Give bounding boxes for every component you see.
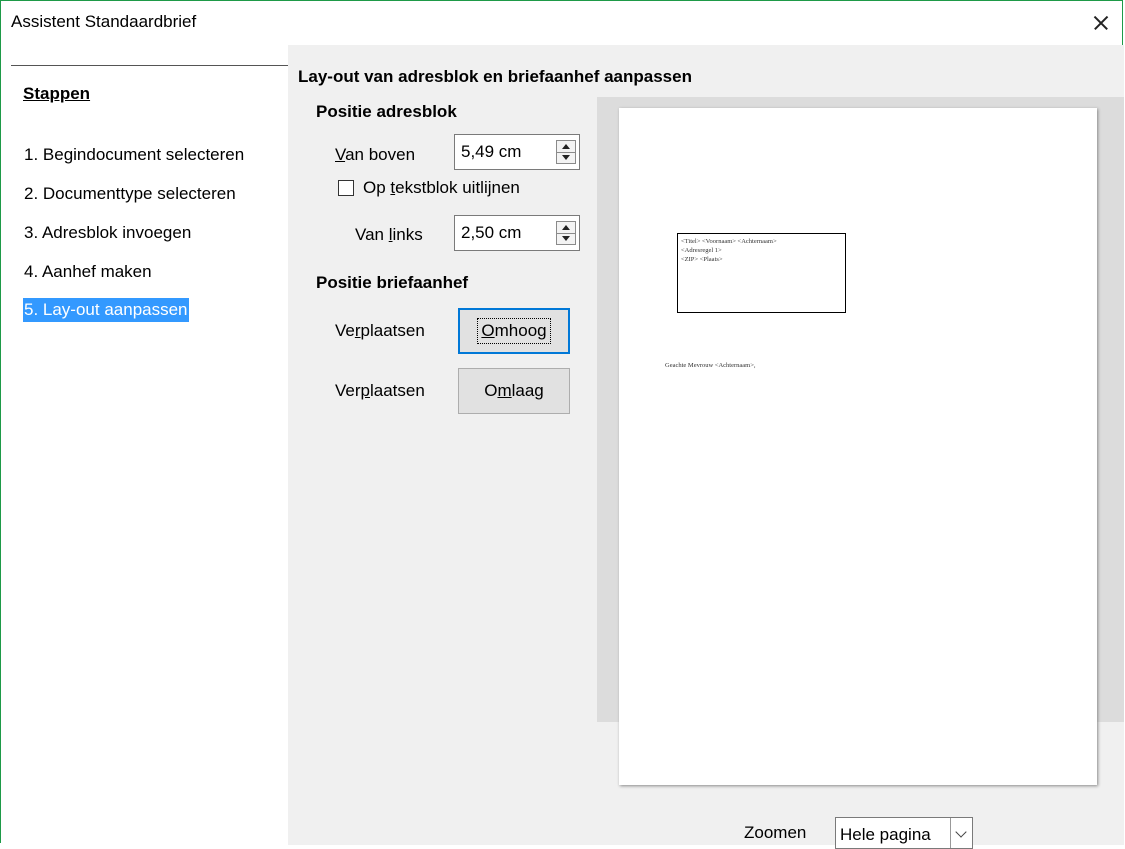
step-item-3[interactable]: 3. Adresblok invoegen [23, 221, 192, 245]
move-down-label: Verplaatsen [335, 381, 425, 400]
content-area: Lay-out van adresblok en briefaanhef aan… [288, 45, 1124, 849]
spin-down-icon[interactable] [557, 233, 575, 244]
from-left-label: Van links [355, 225, 423, 244]
steps-panel: Stappen 1. Begindocument selecteren 2. D… [11, 65, 288, 845]
page-preview: <Titel> <Voornaam> <Achternaam> <Adresre… [597, 97, 1124, 785]
from-left-spin-buttons [556, 221, 576, 245]
address-position-label: Positie adresblok [316, 102, 457, 121]
salutation-preview: Geachte Mevrouw <Achternaam>, [665, 362, 756, 369]
step-item-1[interactable]: 1. Begindocument selecteren [23, 143, 245, 167]
address-line: <Adresregel 1> [681, 247, 722, 254]
from-left-input[interactable] [455, 216, 549, 250]
from-top-label: Van boven [335, 145, 416, 164]
zoom-dropdown[interactable]: Hele pagina [835, 817, 973, 849]
steps-heading: Stappen [23, 84, 91, 103]
align-to-textblock-checkbox[interactable] [338, 180, 354, 196]
align-to-textblock-label: Op tekstblok uitlijnen [363, 178, 520, 197]
from-left-spinbox[interactable] [454, 215, 580, 251]
from-top-spinbox[interactable] [454, 134, 580, 170]
address-block-preview: <Titel> <Voornaam> <Achternaam> <Adresre… [677, 233, 846, 313]
move-up-button[interactable]: Omhoog [458, 308, 570, 354]
move-down-button[interactable]: Omlaag [458, 368, 570, 414]
step-item-2[interactable]: 2. Documenttype selecteren [23, 182, 237, 206]
spin-down-icon[interactable] [557, 152, 575, 163]
steps-divider [11, 65, 288, 66]
from-top-spin-buttons [556, 140, 576, 164]
title-bar: Assistent Standaardbrief [1, 1, 1122, 45]
salutation-position-label: Positie briefaanhef [316, 273, 469, 292]
move-up-label: Verplaatsen [335, 321, 425, 340]
dialog-window: Assistent Standaardbrief Stappen 1. Begi… [0, 0, 1124, 849]
window-title: Assistent Standaardbrief [11, 12, 197, 31]
from-top-input[interactable] [455, 135, 549, 169]
chevron-down-icon[interactable] [950, 818, 972, 848]
close-icon[interactable] [1078, 1, 1122, 45]
page-title: Lay-out van adresblok en briefaanhef aan… [298, 67, 692, 86]
zoom-value: Hele pagina [840, 825, 931, 844]
step-item-5-active[interactable]: 5. Lay-out aanpassen [23, 298, 189, 322]
address-line: <Titel> <Voornaam> <Achternaam> [681, 238, 777, 245]
address-line: <ZIP> <Plaats> [681, 256, 723, 263]
preview-page: <Titel> <Voornaam> <Achternaam> <Adresre… [619, 108, 1097, 785]
zoom-label: Zoomen [744, 823, 807, 842]
step-item-4[interactable]: 4. Aanhef maken [23, 260, 153, 284]
